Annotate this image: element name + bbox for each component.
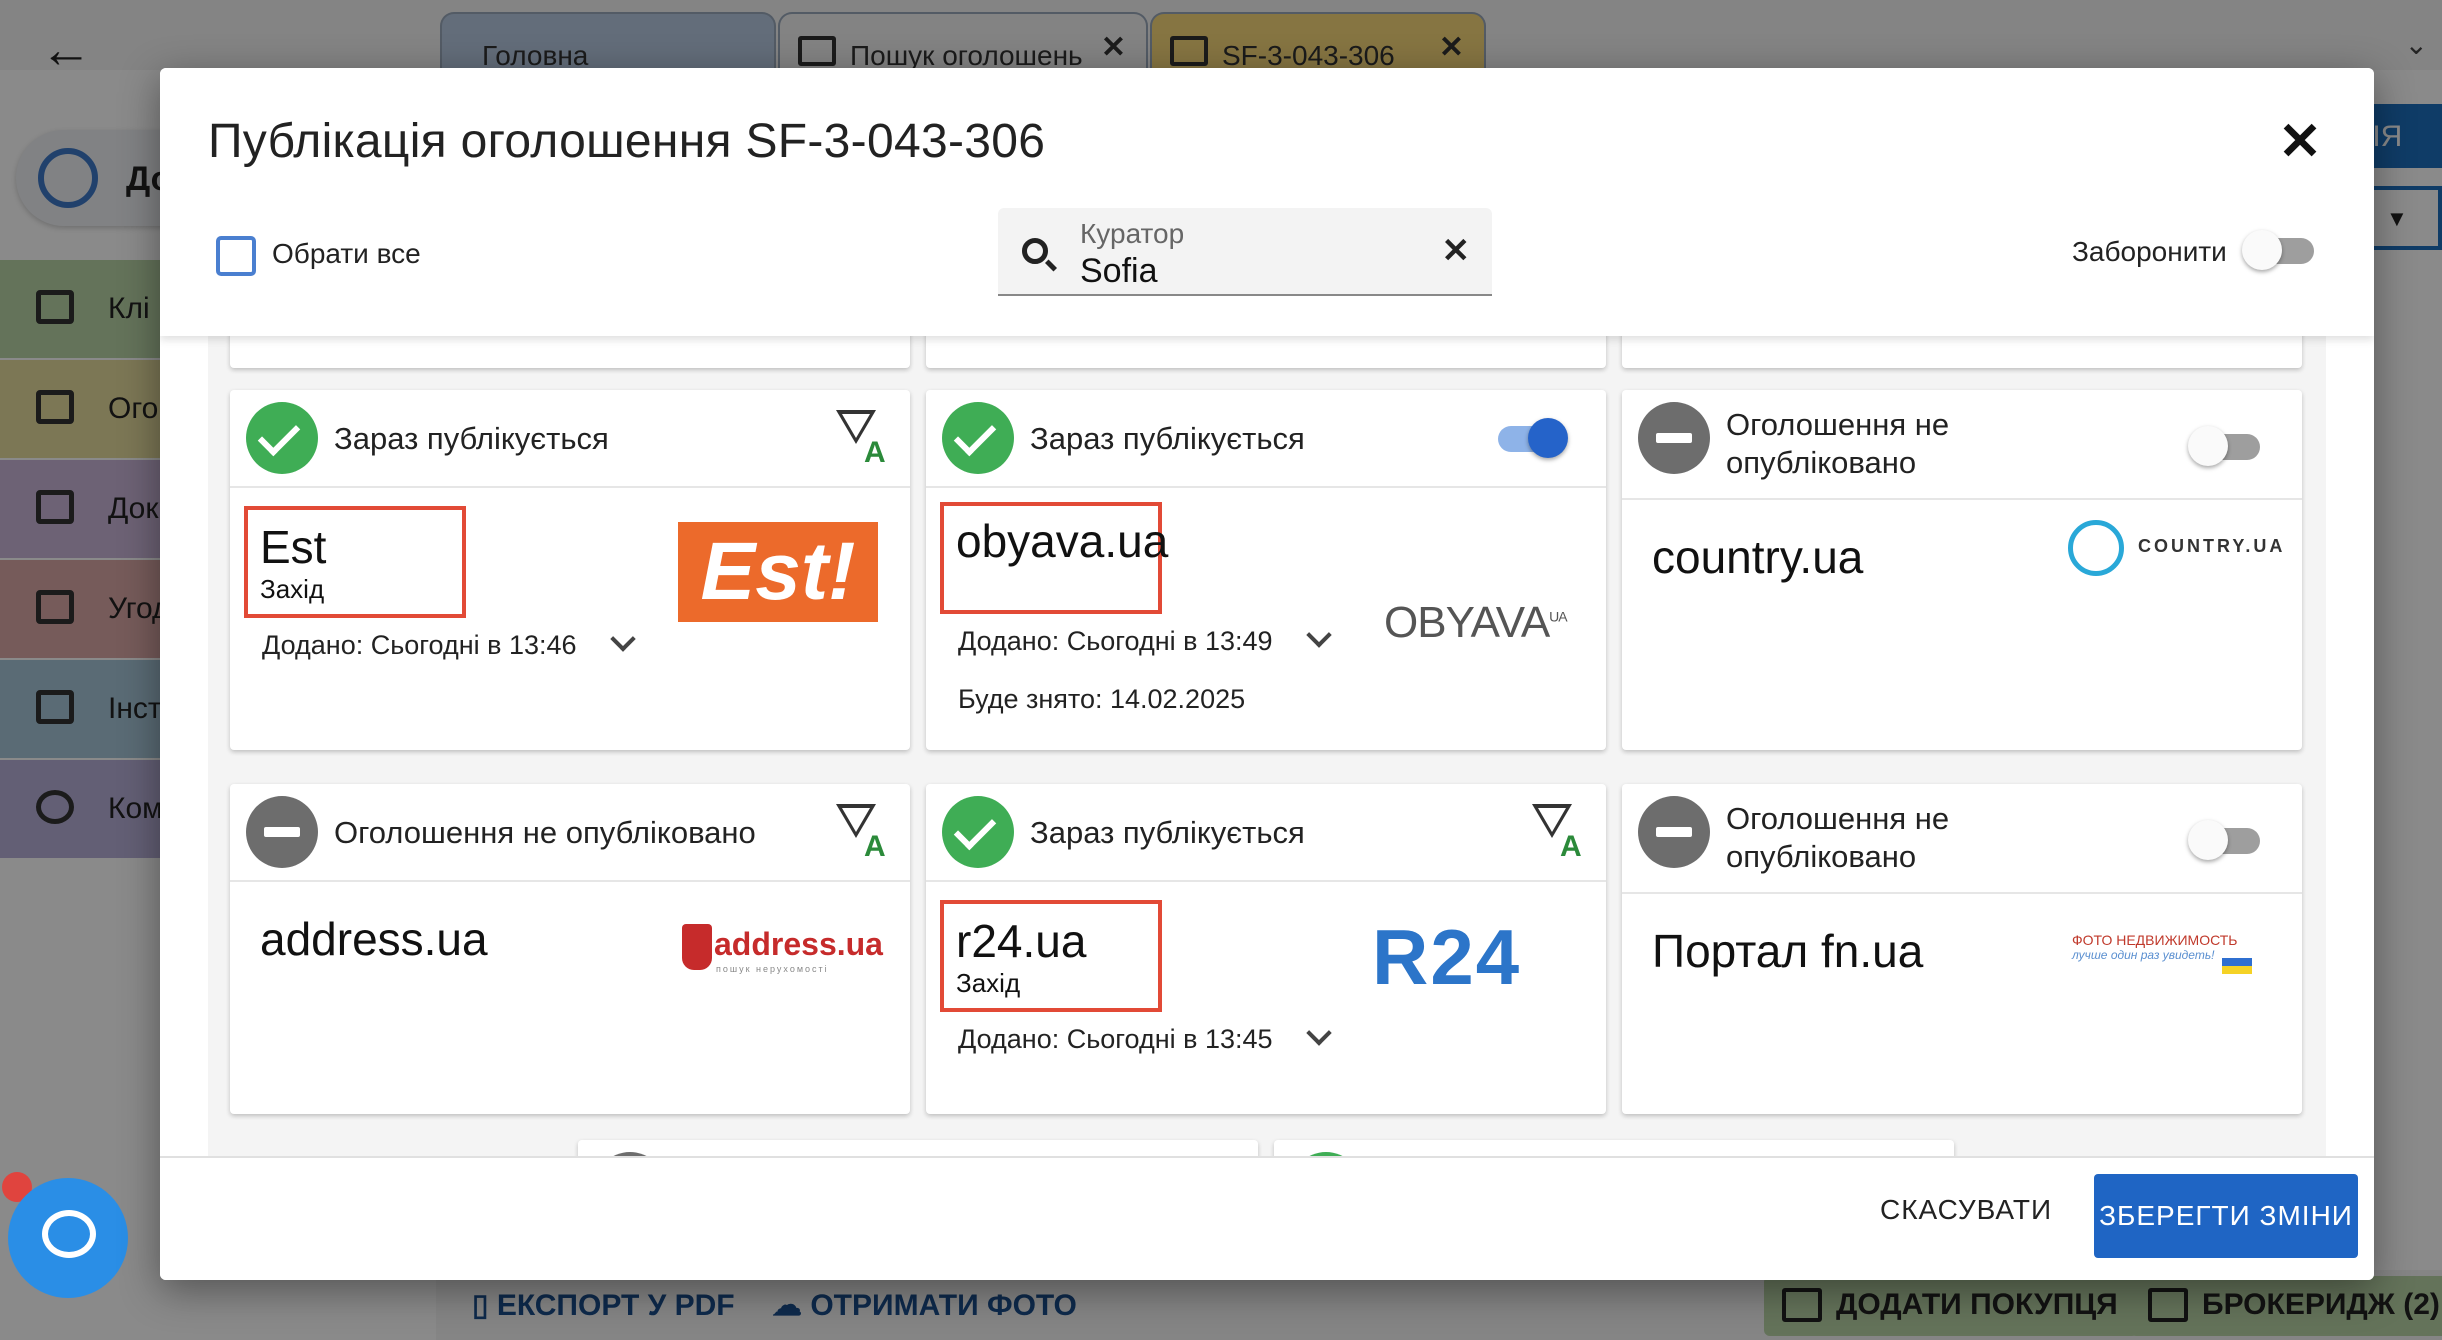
site-name: obyava.ua [956, 515, 1169, 567]
search-icon [1022, 238, 1048, 264]
curator-field[interactable]: Куратор Sofia ✕ [998, 208, 1492, 296]
card-header: Оголошення не опубліковано A [230, 784, 910, 882]
dialog-footer: СКАСУВАТИ ЗБЕРЕГТИ ЗМІНИ [160, 1156, 2374, 1280]
chevron-down-icon[interactable] [1306, 1020, 1332, 1046]
card-header: Зараз публікується A [230, 390, 910, 488]
platform-card-est: Зараз публікується A Est Захід Додано: С… [230, 390, 910, 750]
card-header: Оголошення не опубліковано [1622, 784, 2302, 894]
platform-card-country: Оголошення не опубліковано country.ua CO… [1622, 390, 2302, 750]
cancel-button[interactable]: СКАСУВАТИ [1880, 1194, 2052, 1226]
status-text: Оголошення не опубліковано [334, 815, 756, 850]
save-changes-button[interactable]: ЗБЕРЕГТИ ЗМІНИ [2094, 1174, 2358, 1258]
forbid-label: Заборонити [2072, 236, 2227, 267]
card-header: Зараз публікується A [926, 784, 1606, 882]
status-text: Зараз публікується [334, 421, 609, 456]
platform-card-address: Оголошення не опубліковано A address.ua … [230, 784, 910, 1114]
status-text: Зараз публікується [1030, 421, 1305, 456]
platform-card-partial [926, 336, 1606, 368]
select-all-label: Обрати все [272, 238, 421, 269]
toggle-knob [2188, 426, 2228, 466]
checkbox-box[interactable] [216, 236, 256, 276]
fn-logo: ФОТО НЕДВИЖИМОСТЬ лучше один раз увидеть… [2072, 932, 2252, 974]
close-icon[interactable]: ✕ [2276, 116, 2324, 168]
dialog-header: Публікація оголошення SF-3-043-306 ✕ Обр… [160, 68, 2374, 336]
not-published-icon [246, 796, 318, 868]
toggle-knob [1528, 418, 1568, 458]
auto-filter-icon[interactable]: A [1532, 804, 1584, 864]
fn-logo-text: ФОТО НЕДВИЖИМОСТЬ [2072, 932, 2238, 948]
curator-label: Куратор [1080, 218, 1185, 249]
added-date: Додано: Сьогодні в 13:45 [958, 1024, 1273, 1054]
added-date: Додано: Сьогодні в 13:49 [958, 626, 1273, 656]
platform-card-fn: Оголошення не опубліковано Портал fn.ua … [1622, 784, 2302, 1114]
publication-dialog: Публікація оголошення SF-3-043-306 ✕ Обр… [160, 68, 2374, 1280]
house-icon [2068, 520, 2124, 576]
site-name: country.ua [1652, 531, 1864, 583]
toggle-knob [2242, 230, 2282, 270]
platform-card-r24: Зараз публікується A r24.ua Захід Додано… [926, 784, 1606, 1114]
platform-card-partial [1622, 336, 2302, 368]
country-logo-text: COUNTRY.UA [2138, 536, 2286, 556]
publish-toggle[interactable] [2188, 426, 2260, 466]
status-text: Оголошення не опубліковано [1726, 407, 1950, 480]
platform-card-partial [1274, 1140, 1954, 1156]
chevron-down-icon[interactable] [610, 626, 636, 652]
auto-filter-icon[interactable]: A [836, 410, 888, 470]
status-text: Оголошення не опубліковано [1726, 801, 1950, 874]
publish-toggle[interactable] [1492, 418, 1568, 458]
auto-filter-icon[interactable]: A [836, 804, 888, 864]
region-label: Захід [260, 574, 325, 604]
published-check-icon [942, 796, 1014, 868]
publish-toggle[interactable] [2188, 820, 2260, 860]
removal-date: Буде знято: 14.02.2025 [958, 684, 1246, 714]
site-name: Портал fn.ua [1652, 925, 1924, 977]
address-logo-subtitle: пошук нерухомості [716, 964, 829, 974]
platform-card-partial [230, 336, 910, 368]
toggle-knob [2188, 820, 2228, 860]
status-text: Зараз публікується [1030, 815, 1305, 850]
forbid-toggle[interactable] [2242, 230, 2314, 270]
address-logo-text: address.ua [714, 926, 883, 962]
site-name: address.ua [260, 913, 488, 965]
published-check-icon [246, 402, 318, 474]
obyava-logo-text: OBYAVA [1384, 598, 1550, 647]
dialog-title: Публікація оголошення SF-3-043-306 [208, 115, 1046, 168]
chevron-down-icon[interactable] [1306, 622, 1332, 648]
not-published-icon [1638, 796, 1710, 868]
fn-logo-slogan: лучше один раз увидеть! [2072, 948, 2215, 962]
platform-card-partial [578, 1140, 1258, 1156]
added-date: Додано: Сьогодні в 13:46 [262, 630, 577, 660]
chat-icon [42, 1210, 96, 1258]
obyava-logo: OBYAVAUA [1384, 598, 1568, 647]
est-logo: Est! [678, 522, 878, 622]
curator-value[interactable]: Sofia [1080, 252, 1158, 291]
site-name: Est [260, 521, 327, 573]
published-check-icon [942, 402, 1014, 474]
chat-button[interactable] [8, 1178, 128, 1298]
card-header: Оголошення не опубліковано [1622, 390, 2302, 500]
platform-cards-area: Зараз публікується A Est Захід Додано: С… [208, 336, 2326, 1156]
site-name: r24.ua [956, 915, 1087, 967]
platform-card-obyava: Зараз публікується obyava.ua Додано: Сьо… [926, 390, 1606, 750]
ukraine-flag-icon [2222, 958, 2252, 974]
card-header: Зараз публікується [926, 390, 1606, 488]
clear-icon[interactable]: ✕ [1442, 234, 1471, 268]
r24-logo: R24 [1372, 913, 1522, 1001]
house-pin-icon [682, 924, 712, 970]
region-label: Захід [956, 968, 1021, 998]
not-published-icon [1638, 402, 1710, 474]
